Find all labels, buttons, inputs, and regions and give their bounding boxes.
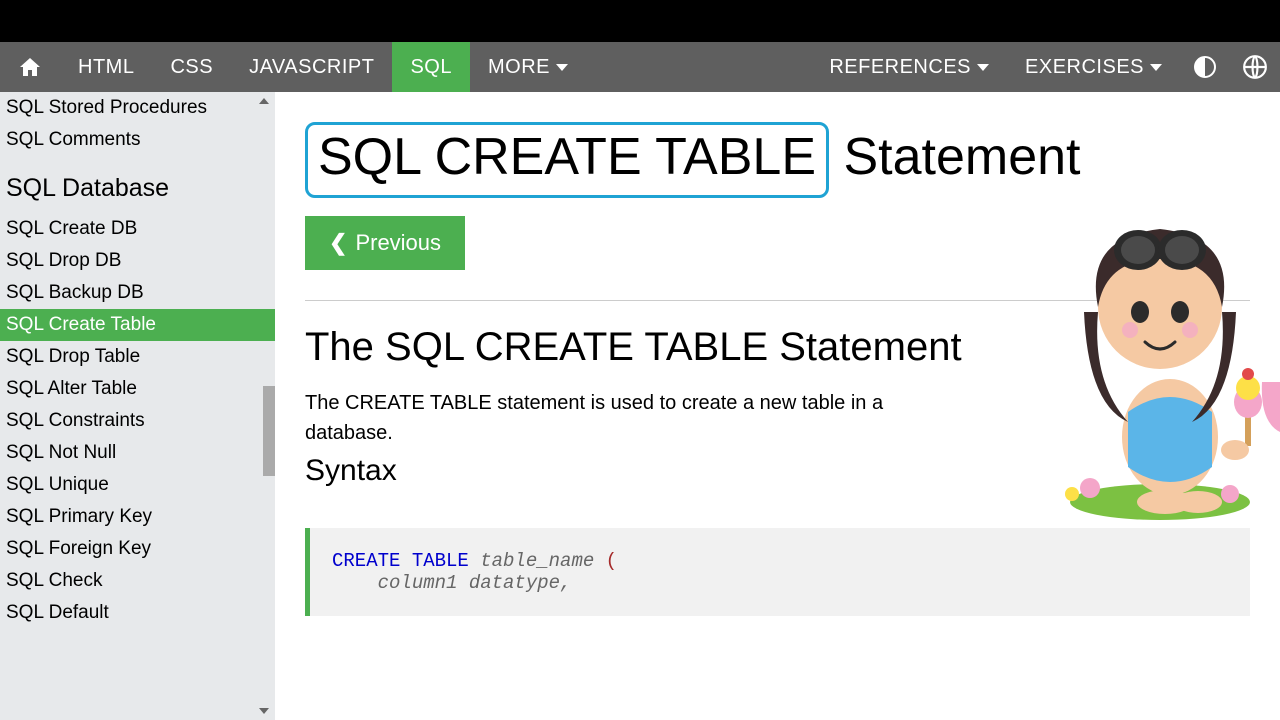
nav-item-html[interactable]: HTML (60, 42, 152, 92)
mascot-illustration (1020, 212, 1280, 522)
scroll-down-arrow[interactable] (259, 708, 269, 714)
code-example: CREATE TABLE table_name ( column1 dataty… (305, 528, 1250, 616)
nav-item-sql[interactable]: SQL (392, 42, 470, 92)
scroll-up-arrow[interactable] (259, 98, 269, 104)
sidebar-item-create-table[interactable]: SQL Create Table (0, 309, 275, 341)
code-paren: ( (606, 550, 617, 572)
caret-down-icon (556, 64, 568, 71)
sidebar-item-stored-procedures[interactable]: SQL Stored Procedures (0, 92, 275, 124)
page-title: SQL CREATE TABLE Statement (305, 122, 1080, 198)
sidebar-item-constraints[interactable]: SQL Constraints (0, 405, 275, 437)
sidebar-item-create-db[interactable]: SQL Create DB (0, 213, 275, 245)
globe-icon (1242, 54, 1268, 80)
page-title-highlighted: SQL CREATE TABLE (305, 122, 829, 198)
code-keyword: CREATE TABLE (332, 550, 469, 572)
code-line-2: column1 datatype, (332, 572, 1228, 594)
caret-down-icon (977, 64, 989, 71)
caret-down-icon (1150, 64, 1162, 71)
nav-references-label: REFERENCES (829, 56, 971, 79)
sidebar-item-unique[interactable]: SQL Unique (0, 469, 275, 501)
top-navigation: HTML CSS JAVASCRIPT SQL MORE REFERENCES … (0, 42, 1280, 92)
sidebar-content: SQL Stored Procedures SQL Comments SQL D… (0, 92, 275, 629)
globe-button[interactable] (1230, 42, 1280, 92)
nav-item-exercises[interactable]: EXERCISES (1007, 42, 1180, 92)
nav-item-css[interactable]: CSS (152, 42, 231, 92)
nav-item-references[interactable]: REFERENCES (811, 42, 1007, 92)
main-content: SQL CREATE TABLE Statement ❮ Previous Th… (275, 92, 1280, 720)
sidebar-item-not-null[interactable]: SQL Not Null (0, 437, 275, 469)
nav-item-javascript[interactable]: JAVASCRIPT (231, 42, 392, 92)
code-line-1: CREATE TABLE table_name ( (332, 550, 1228, 572)
sidebar: SQL Stored Procedures SQL Comments SQL D… (0, 92, 275, 720)
code-tablename: table_name (469, 550, 606, 572)
section-description: The CREATE TABLE statement is used to cr… (305, 388, 945, 448)
sidebar-item-alter-table[interactable]: SQL Alter Table (0, 373, 275, 405)
home-icon (18, 54, 42, 80)
scrollbar-thumb[interactable] (263, 386, 275, 476)
nav-spacer (586, 42, 811, 92)
nav-more-label: MORE (488, 56, 550, 79)
nav-item-more[interactable]: MORE (470, 42, 586, 92)
nav-exercises-label: EXERCISES (1025, 56, 1144, 79)
sidebar-item-drop-table[interactable]: SQL Drop Table (0, 341, 275, 373)
previous-label: Previous (355, 230, 441, 256)
sidebar-item-check[interactable]: SQL Check (0, 565, 275, 597)
sidebar-item-drop-db[interactable]: SQL Drop DB (0, 245, 275, 277)
sidebar-item-backup-db[interactable]: SQL Backup DB (0, 277, 275, 309)
sidebar-heading-database: SQL Database (0, 156, 275, 213)
chevron-left-icon: ❮ (329, 230, 347, 256)
theme-icon (1193, 55, 1217, 79)
page-title-rest: Statement (829, 128, 1080, 186)
page-layout: SQL Stored Procedures SQL Comments SQL D… (0, 92, 1280, 720)
sidebar-item-default[interactable]: SQL Default (0, 597, 275, 629)
theme-toggle[interactable] (1180, 42, 1230, 92)
previous-button[interactable]: ❮ Previous (305, 216, 465, 270)
sidebar-item-primary-key[interactable]: SQL Primary Key (0, 501, 275, 533)
video-letterbox-top (0, 0, 1280, 42)
sidebar-item-comments[interactable]: SQL Comments (0, 124, 275, 156)
home-link[interactable] (0, 42, 60, 92)
sidebar-item-foreign-key[interactable]: SQL Foreign Key (0, 533, 275, 565)
